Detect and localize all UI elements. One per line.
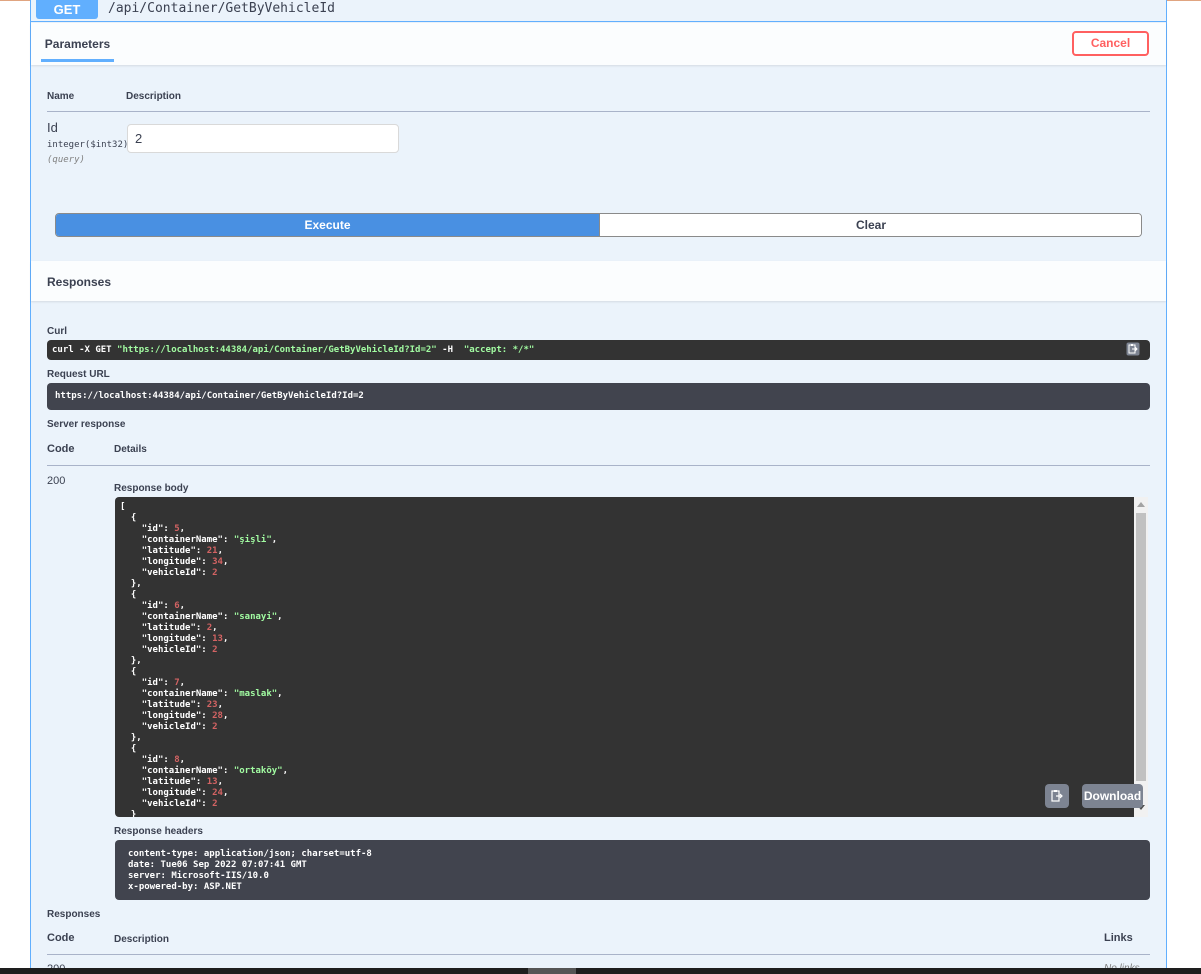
response-headers: content-type: application/json; charset=… [115,840,1150,900]
json-value-vehicleid: 2 [212,568,218,578]
scroll-thumb[interactable] [1136,513,1146,781]
param-name: Id [47,120,58,135]
json-key: "id" [141,601,164,611]
curl-url: "https://localhost:44384/api/Container/G… [117,345,437,355]
curl-prefix: curl -X GET [52,345,118,355]
json-key: "vehicleId" [141,568,202,578]
status-code: 200 [47,475,66,487]
response-body-label: Response body [114,483,189,494]
server-response-divider [47,465,1150,466]
documented-col-description: Description [114,934,170,945]
json-key: "latitude" [141,700,196,710]
json-value-containername: "ortaköy" [233,766,283,776]
clipboard-icon [1051,790,1063,802]
server-response-label: Server response [47,419,126,430]
json-key: "containerName" [141,689,223,699]
json-value-id: 6 [174,601,180,611]
download-button[interactable]: Download [1082,784,1143,808]
json-value-vehicleid: 2 [212,645,218,655]
json-key: "containerName" [141,612,223,622]
horizontal-scroll-thumb[interactable] [528,968,576,974]
json-value-latitude: 21 [206,546,218,556]
request-url-label: Request URL [47,369,110,380]
horizontal-scrollbar[interactable] [0,968,1201,974]
copy-icon[interactable] [1126,342,1140,356]
json-value-id: 7 [174,678,180,688]
json-value-vehicleid: 2 [212,722,218,732]
header-line: date: Tue06 Sep 2022 07:07:41 GMT [128,860,307,870]
cancel-button[interactable]: Cancel [1072,31,1149,56]
column-header-details: Details [114,444,147,455]
clear-button[interactable]: Clear [599,214,1141,236]
column-header-name: Name [47,91,75,102]
json-value-vehicleid: 2 [212,799,218,809]
json-value-containername: "şişli" [233,535,272,545]
json-value-latitude: 13 [206,777,218,787]
json-key: "containerName" [141,535,223,545]
json-key: "longitude" [141,634,202,644]
json-value-id: 8 [174,755,180,765]
curl-label: Curl [47,326,67,337]
execute-button-group: Execute Clear [55,213,1142,237]
json-key: "latitude" [141,546,196,556]
tab-parameters[interactable]: Parameters [41,23,114,62]
json-key: "latitude" [141,777,196,787]
documented-responses-title: Responses [47,909,101,920]
json-value-longitude: 34 [212,557,223,567]
id-input[interactable]: 2 [127,124,399,153]
parameters-header: Parameters Cancel [31,23,1166,65]
column-header-description: Description [126,91,182,102]
json-key: "containerName" [141,766,223,776]
json-key: "vehicleId" [141,645,202,655]
json-open-bracket: [ [120,502,126,512]
http-method-badge: GET [36,0,98,19]
response-body[interactable]: [ { "id": 5, "containerName": "şişli", "… [115,497,1134,817]
execute-button[interactable]: Execute [56,214,599,236]
curl-header: "accept: */*" [458,345,535,355]
json-value-id: 5 [174,524,180,534]
operation-summary[interactable]: GET /api/Container/GetByVehicleId [31,0,1166,22]
json-key: "id" [141,524,164,534]
json-key: "vehicleId" [141,799,202,809]
scroll-up-arrow-icon[interactable] [1137,502,1145,507]
responses-header: Responses [31,261,1166,301]
json-value-latitude: 2 [206,623,213,633]
copy-response-button[interactable] [1045,784,1069,808]
header-line: x-powered-by: ASP.NET [128,882,242,892]
header-line: server: Microsoft-IIS/10.0 [128,871,269,881]
json-key: "id" [141,755,164,765]
tab-active-indicator [41,59,114,62]
curl-command[interactable]: curl -X GET "https://localhost:44384/api… [47,340,1150,360]
json-key: "vehicleId" [141,722,202,732]
column-header-code: Code [47,443,75,455]
json-key: "latitude" [141,623,196,633]
param-type: integer($int32) [47,140,129,150]
documented-divider [47,954,1150,955]
json-value-longitude: 13 [212,634,223,644]
json-key: "longitude" [141,711,202,721]
json-value-longitude: 28 [212,711,223,721]
json-value-containername: "sanayi" [233,612,278,622]
curl-header-flag: -H [436,345,459,355]
json-value-longitude: 24 [212,788,223,798]
operation-block-get: GET /api/Container/GetByVehicleId Parame… [30,0,1167,974]
param-location: (query) [47,155,85,165]
json-value-containername: "maslak" [233,689,278,699]
json-key: "id" [141,678,164,688]
operation-path: /api/Container/GetByVehicleId [108,1,335,16]
documented-col-code: Code [47,932,75,944]
documented-col-links: Links [1104,932,1133,944]
swagger-page: GET /api/Container/GetByVehicleId Parame… [0,0,1201,974]
json-key: "longitude" [141,557,202,567]
params-divider [47,111,1150,112]
response-headers-label: Response headers [114,826,203,837]
json-key: "longitude" [141,788,202,798]
responses-title: Responses [47,275,112,289]
header-line: content-type: application/json; charset=… [128,849,372,859]
json-value-latitude: 23 [206,700,218,710]
request-url: https://localhost:44384/api/Container/Ge… [47,383,1150,410]
response-body-scrollbar[interactable] [1134,497,1148,817]
